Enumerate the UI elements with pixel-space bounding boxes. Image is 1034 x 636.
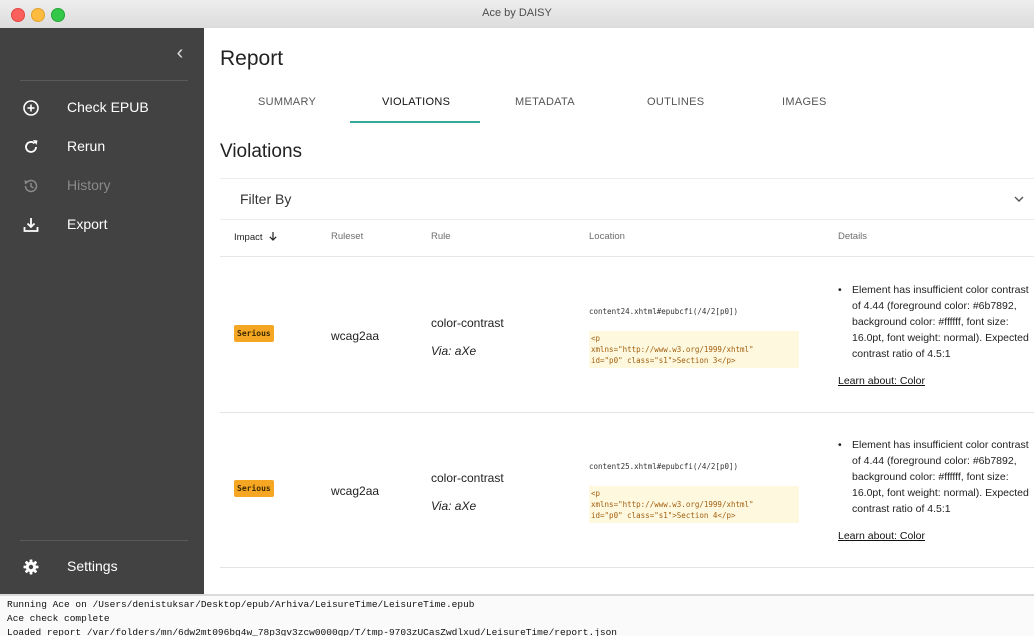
collapse-sidebar-button[interactable]: ‹	[168, 42, 192, 64]
tab-metadata[interactable]: METADATA	[515, 96, 575, 108]
location-snippet: <p xmlns="http://www.w3.org/1999/xhtml" …	[589, 331, 799, 368]
impact-badge: Serious	[234, 325, 274, 342]
column-header-location[interactable]: Location	[589, 231, 625, 242]
sidebar-item-check-epub[interactable]: Check EPUB	[0, 91, 204, 125]
gear-icon	[23, 559, 39, 575]
sidebar-item-label: Rerun	[67, 138, 106, 154]
column-header-label: Impact	[234, 232, 263, 243]
refresh-icon	[25, 140, 38, 153]
details-cell: • Element has insufficient color contras…	[838, 282, 1034, 362]
table-header: Impact Ruleset Rule Location Details	[220, 218, 1034, 257]
rule-cell: color-contrast	[431, 471, 504, 485]
window-title: Ace by DAISY	[482, 7, 552, 19]
tab-violations[interactable]: VIOLATIONS	[382, 96, 450, 108]
location-path: content25.xhtml#epubcfi(/4/2[p0])	[589, 462, 739, 471]
ruleset-cell: wcag2aa	[331, 329, 380, 343]
learn-more-link[interactable]: Learn about: Color	[838, 375, 925, 387]
ruleset-cell: wcag2aa	[331, 484, 380, 498]
rule-cell: color-contrast	[431, 316, 504, 330]
column-header-impact[interactable]: Impact	[234, 231, 278, 243]
sidebar-item-label: Export	[67, 216, 108, 232]
table-row: Serious wcag2aa color-contrast Via: aXe …	[220, 258, 1034, 413]
bullet: •	[838, 284, 842, 296]
column-header-details: Details	[838, 231, 868, 242]
report-panel: Report SUMMARY VIOLATIONS METADATA OUTLI…	[204, 28, 1034, 594]
sidebar-item-label: Settings	[67, 558, 118, 574]
details-text: Element has insufficient color contrast …	[852, 284, 1029, 360]
filter-label: Filter By	[240, 191, 292, 207]
location-path: content24.xhtml#epubcfi(/4/2[p0])	[589, 307, 739, 316]
sidebar-item-export[interactable]: Export	[0, 208, 204, 242]
learn-more-link[interactable]: Learn about: Color	[838, 530, 925, 542]
sidebar-item-label: History	[67, 177, 111, 193]
tab-outlines[interactable]: OUTLINES	[647, 96, 704, 108]
impact-badge: Serious	[234, 480, 274, 497]
rule-via: Via: aXe	[431, 344, 477, 358]
sidebar-item-history: History	[0, 169, 204, 203]
console-line: Loaded report /var/folders/mn/6dw2mt096b…	[7, 627, 617, 636]
location-snippet: <p xmlns="http://www.w3.org/1999/xhtml" …	[589, 486, 799, 523]
filter-by-panel[interactable]: Filter By	[220, 178, 1034, 220]
details-cell: • Element has insufficient color contras…	[838, 437, 1034, 517]
tab-images[interactable]: IMAGES	[782, 96, 827, 108]
title-bar: Ace by DAISY	[0, 0, 1034, 29]
bullet: •	[838, 439, 842, 451]
column-header-ruleset[interactable]: Ruleset	[331, 231, 363, 242]
console-line: Ace check complete	[7, 613, 110, 624]
sidebar-divider	[20, 80, 188, 81]
arrow-down-icon	[269, 232, 277, 241]
chevron-down-icon	[1014, 196, 1024, 202]
column-header-rule[interactable]: Rule	[431, 231, 451, 242]
history-icon	[24, 179, 38, 193]
page-title: Report	[220, 47, 284, 70]
sidebar-divider	[20, 540, 188, 541]
add-circle-icon	[23, 100, 39, 116]
sidebar-item-label: Check EPUB	[67, 99, 149, 115]
section-title: Violations	[220, 141, 303, 162]
rule-via: Via: aXe	[431, 499, 477, 513]
sidebar-item-rerun[interactable]: Rerun	[0, 130, 204, 164]
download-icon	[23, 218, 39, 232]
console-log[interactable]: Running Ace on /Users/denistuksar/Deskto…	[0, 594, 1034, 636]
tab-summary[interactable]: SUMMARY	[258, 96, 316, 108]
sidebar: ‹ Check EPUB Rerun History Export Settin…	[0, 28, 204, 594]
details-text: Element has insufficient color contrast …	[852, 439, 1029, 515]
app-window: Ace by DAISY ‹ Check EPUB Rerun History …	[0, 0, 1034, 636]
sidebar-item-settings[interactable]: Settings	[0, 550, 204, 584]
console-line: Running Ace on /Users/denistuksar/Deskto…	[7, 599, 475, 610]
active-tab-indicator	[350, 121, 480, 123]
table-row: Serious wcag2aa color-contrast Via: aXe …	[220, 413, 1034, 568]
chevron-left-icon: ‹	[176, 42, 184, 64]
